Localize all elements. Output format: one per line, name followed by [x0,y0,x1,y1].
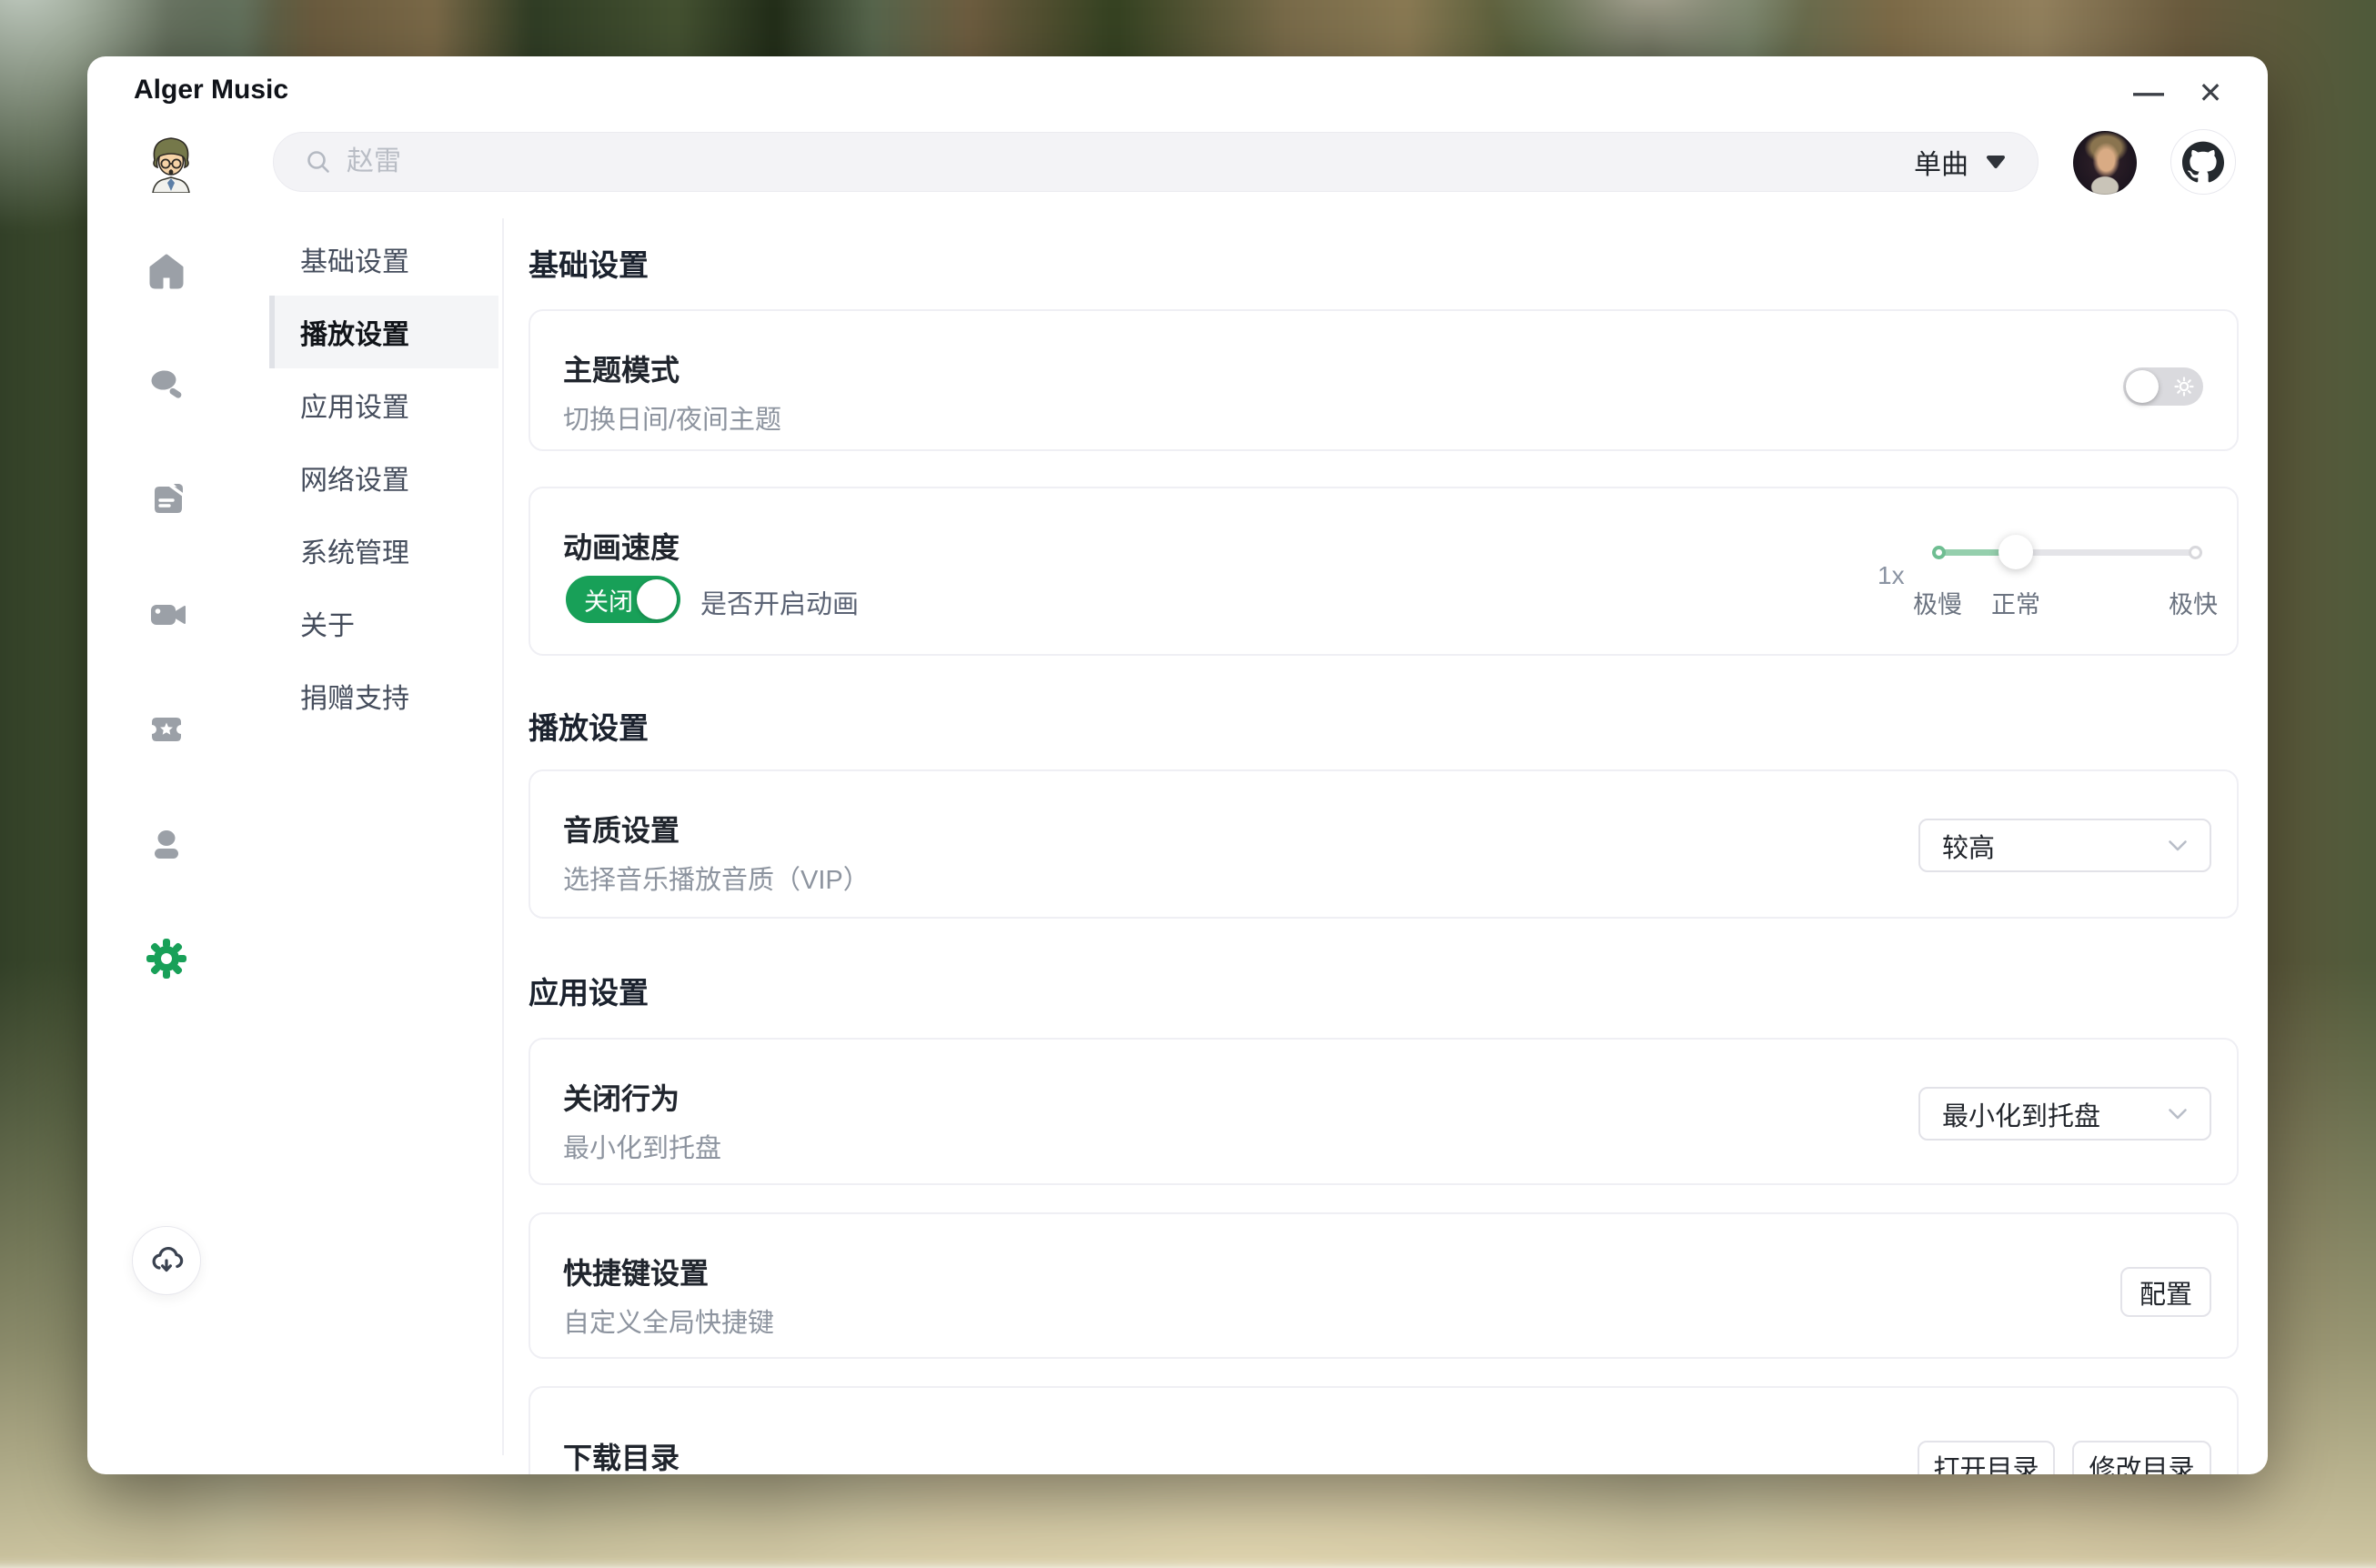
nav-favorites-icon[interactable] [146,708,187,749]
menu-divider [502,218,504,1455]
section-heading-playback: 播放设置 [529,704,649,748]
configure-button[interactable]: 配置 [2120,1267,2211,1317]
card-desc: 自定义全局快捷键 [563,1302,774,1340]
toggle-label: 关闭 [584,576,633,623]
chevron-down-icon [2168,1108,2188,1121]
card-title: 主题模式 [563,347,680,389]
card-title: 音质设置 [563,808,680,849]
menu-item-playback[interactable]: 播放设置 [269,296,498,368]
app-logo-avatar [144,129,198,193]
nav-settings-icon[interactable] [146,938,187,980]
settings-content: 基础设置 主题模式 切换日间/夜间主题 动画速度 关闭 是否开启动画 1x [529,56,2239,1474]
download-dir-card: 下载目录 打开目录 修改目录 [529,1386,2239,1474]
section-heading-basic: 基础设置 [529,241,649,285]
card-title: 下载目录 [563,1435,680,1474]
app-window: Alger Music — ✕ 单曲 [87,56,2268,1474]
card-title: 动画速度 [563,525,680,567]
slider-handle[interactable] [1998,535,2033,569]
slider-value: 1x [1878,561,1905,590]
change-dir-button[interactable]: 修改目录 [2072,1441,2211,1474]
theme-mode-card: 主题模式 切换日间/夜间主题 [529,309,2239,451]
shortcut-card: 快捷键设置 自定义全局快捷键 配置 [529,1212,2239,1359]
menu-item-basic[interactable]: 基础设置 [269,223,498,296]
slider-mark-fast [2189,546,2202,559]
animation-speed-card: 动画速度 关闭 是否开启动画 1x 极慢 正常 极快 [529,487,2239,656]
window-title: Alger Music [134,75,288,106]
nav-user-icon[interactable] [146,823,187,865]
menu-item-network[interactable]: 网络设置 [269,441,498,514]
search-icon [305,148,332,176]
nav-mv-icon[interactable] [146,593,187,635]
nav-home-icon[interactable] [146,250,187,292]
close-behavior-card: 关闭行为 最小化到托盘 最小化到托盘 [529,1038,2239,1185]
animation-speed-slider: 1x 极慢 正常 极快 [1934,488,2202,658]
open-dir-button[interactable]: 打开目录 [1918,1441,2055,1474]
audio-quality-card: 音质设置 选择音乐播放音质（VIP） 较高 [529,769,2239,919]
sun-icon [2173,376,2195,397]
menu-item-system[interactable]: 系统管理 [269,514,498,587]
nav-search-icon[interactable] [146,364,187,406]
quality-select[interactable]: 较高 [1918,819,2211,872]
download-manager-button[interactable] [132,1226,201,1295]
card-title: 关闭行为 [563,1076,680,1118]
cloud-download-icon [145,1239,188,1282]
toggle-knob [2126,370,2159,403]
card-title: 快捷键设置 [563,1251,709,1292]
menu-item-donate[interactable]: 捐赠支持 [269,659,498,732]
card-desc: 切换日间/夜间主题 [563,398,781,437]
theme-toggle[interactable] [2123,367,2203,406]
close-behavior-select[interactable]: 最小化到托盘 [1918,1087,2211,1141]
menu-item-app[interactable]: 应用设置 [269,368,498,441]
menu-item-about[interactable]: 关于 [269,587,498,659]
animation-toggle[interactable]: 关闭 [566,576,680,623]
slider-track[interactable] [1934,549,2202,556]
animation-toggle-desc: 是否开启动画 [700,583,859,621]
nav-playlist-icon[interactable] [146,479,187,521]
settings-menu: 基础设置 播放设置 应用设置 网络设置 系统管理 关于 捐赠支持 [269,223,498,732]
section-heading-app: 应用设置 [529,969,649,1012]
chevron-down-icon [2168,839,2188,852]
toggle-knob [637,579,677,619]
card-desc: 选择音乐播放音质（VIP） [563,859,870,897]
slider-mark-slow [1932,546,1946,559]
card-desc: 最小化到托盘 [563,1127,721,1165]
